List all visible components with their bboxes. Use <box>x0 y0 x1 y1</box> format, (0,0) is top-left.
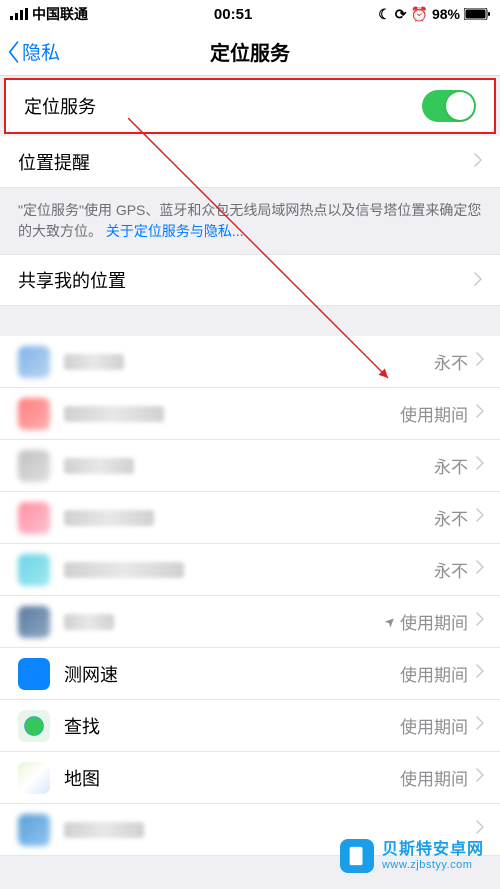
app-row[interactable]: 查找使用期间 <box>0 700 500 752</box>
clock: 00:51 <box>214 6 252 23</box>
app-status-value: 永不 <box>434 349 468 374</box>
watermark-name: 贝斯特安卓网 <box>382 841 484 859</box>
watermark-logo-icon <box>340 839 374 873</box>
watermark-domain: www.zjbstyy.com <box>382 859 484 871</box>
app-status-value: 使用期间 <box>400 661 468 686</box>
app-status-value: 永不 <box>434 557 468 582</box>
location-services-toggle[interactable] <box>422 90 476 122</box>
app-name-label <box>64 510 434 526</box>
highlight-annotation: 定位服务 <box>4 78 496 134</box>
app-name-label: 地图 <box>64 765 400 791</box>
chevron-right-icon <box>476 352 484 371</box>
app-row[interactable]: 测网速使用期间 <box>0 648 500 700</box>
chevron-right-icon <box>476 404 484 423</box>
page-title: 定位服务 <box>0 37 500 66</box>
chevron-right-icon <box>476 768 484 787</box>
app-status-value: 使用期间 <box>400 713 468 738</box>
chevron-right-icon <box>476 508 484 527</box>
description-text: "定位服务"使用 GPS、蓝牙和众包无线局域网热点以及信号塔位置来确定您的大致方… <box>18 202 481 239</box>
app-name-label: 测网速 <box>64 661 400 687</box>
nav-bar: 隐私 定位服务 <box>0 28 500 76</box>
signal-icon <box>10 8 28 20</box>
app-status-value: 使用期间 <box>400 401 468 426</box>
section-gap <box>0 306 500 336</box>
app-list: 永不使用期间永不永不永不➤使用期间测网速使用期间查找使用期间地图使用期间 <box>0 336 500 856</box>
app-icon <box>18 658 50 690</box>
chevron-right-icon <box>476 456 484 475</box>
app-row[interactable]: 永不 <box>0 336 500 388</box>
app-row[interactable]: 永不 <box>0 492 500 544</box>
location-alerts-row[interactable]: 位置提醒 <box>0 136 500 188</box>
app-name-label: 查找 <box>64 713 400 739</box>
app-icon <box>18 762 50 794</box>
app-row[interactable]: 地图使用期间 <box>0 752 500 804</box>
share-location-label: 共享我的位置 <box>18 267 466 293</box>
battery-pct: 98% <box>432 6 460 22</box>
privacy-link[interactable]: 关于定位服务与隐私... <box>106 223 244 239</box>
lock-icon: ⟳ <box>395 6 407 23</box>
back-button[interactable]: 隐私 <box>0 38 60 65</box>
app-name-label <box>64 354 434 370</box>
status-bar: 中国联通 00:51 ☾ ⟳ ⏰ 98% <box>0 0 500 28</box>
chevron-right-icon <box>476 716 484 735</box>
app-name-label <box>64 562 434 578</box>
app-row[interactable]: 永不 <box>0 544 500 596</box>
status-right: ☾ ⟳ ⏰ 98% <box>378 6 490 23</box>
location-alerts-label: 位置提醒 <box>18 149 466 175</box>
app-status-value: 永不 <box>434 453 468 478</box>
chevron-right-icon <box>476 664 484 683</box>
app-icon <box>18 554 50 586</box>
app-icon <box>18 710 50 742</box>
chevron-right-icon <box>476 612 484 631</box>
app-name-label <box>64 822 468 838</box>
chevron-right-icon <box>474 270 482 291</box>
battery-icon <box>464 8 490 20</box>
app-status-value: 使用期间 <box>400 765 468 790</box>
app-status-value: 永不 <box>434 505 468 530</box>
location-services-label: 定位服务 <box>24 93 422 119</box>
moon-icon: ☾ <box>378 6 391 23</box>
app-row[interactable]: 永不 <box>0 440 500 492</box>
app-icon <box>18 502 50 534</box>
chevron-right-icon <box>476 560 484 579</box>
carrier-label: 中国联通 <box>32 4 88 24</box>
app-status-value: ➤使用期间 <box>385 609 468 634</box>
app-row[interactable]: 使用期间 <box>0 388 500 440</box>
app-icon <box>18 346 50 378</box>
share-location-row[interactable]: 共享我的位置 <box>0 254 500 306</box>
chevron-right-icon <box>474 151 482 172</box>
watermark: 贝斯特安卓网 www.zjbstyy.com <box>340 839 484 873</box>
status-left: 中国联通 <box>10 4 88 24</box>
app-icon <box>18 606 50 638</box>
app-icon <box>18 398 50 430</box>
back-label: 隐私 <box>22 38 60 65</box>
chevron-right-icon <box>476 820 484 839</box>
app-name-label <box>64 458 434 474</box>
chevron-left-icon <box>6 41 20 63</box>
alarm-icon: ⏰ <box>411 6 428 23</box>
app-icon <box>18 450 50 482</box>
location-services-row[interactable]: 定位服务 <box>6 80 494 132</box>
watermark-text: 贝斯特安卓网 www.zjbstyy.com <box>382 841 484 871</box>
app-name-label <box>64 614 385 630</box>
app-row[interactable]: ➤使用期间 <box>0 596 500 648</box>
app-name-label <box>64 406 400 422</box>
app-icon <box>18 814 50 846</box>
location-description: "定位服务"使用 GPS、蓝牙和众包无线局域网热点以及信号塔位置来确定您的大致方… <box>0 188 500 254</box>
